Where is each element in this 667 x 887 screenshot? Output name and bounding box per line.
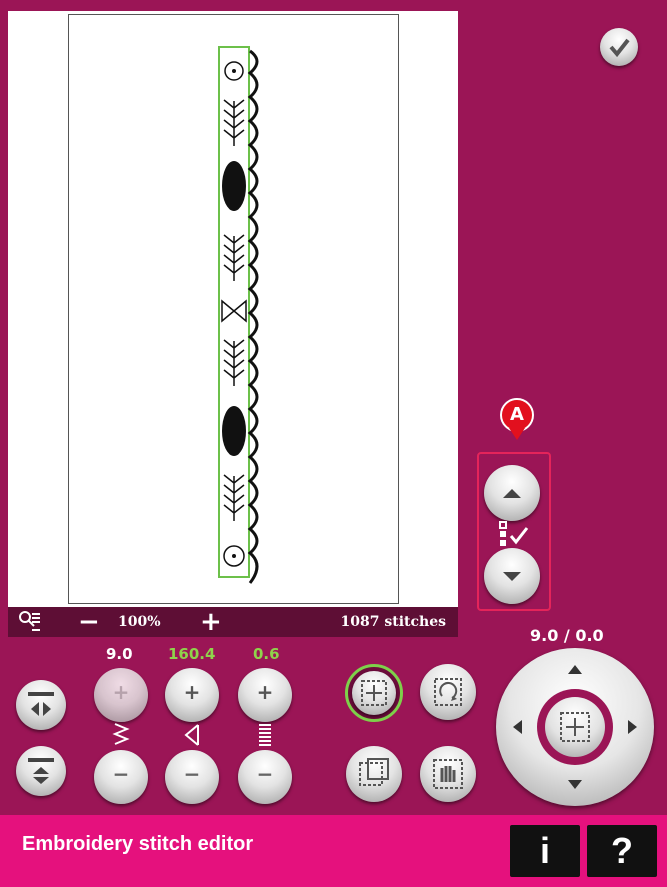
width-decrease-button[interactable]: − (94, 750, 148, 804)
embroidery-canvas[interactable] (8, 11, 458, 607)
length-value: 160.4 (168, 645, 216, 663)
stitch-design[interactable] (218, 46, 278, 586)
pan-icon (433, 759, 463, 789)
select-all-icon (361, 680, 387, 706)
arrow-right-icon[interactable] (626, 717, 640, 737)
position-readout: 9.0 / 0.0 (530, 626, 604, 645)
callout-marker-a: A (500, 398, 534, 432)
mirror-end-button[interactable] (16, 746, 66, 796)
width-increase-button[interactable]: + (94, 668, 148, 722)
help-button[interactable]: ? (585, 823, 659, 879)
arrow-up-icon[interactable] (565, 662, 585, 676)
arrow-down-icon (503, 572, 521, 581)
center-position-button[interactable] (545, 697, 605, 757)
status-bar: − 100% + 1087 stitches (8, 607, 458, 637)
move-to-hoop-button[interactable] (346, 746, 402, 802)
pan-button[interactable] (420, 746, 476, 802)
rotate-icon (434, 678, 462, 706)
zoom-out-button[interactable]: − (78, 607, 100, 637)
select-all-face (352, 671, 396, 715)
length-decrease-button[interactable]: − (165, 750, 219, 804)
bottom-bar: Embroidery stitch editor i ? (0, 815, 667, 887)
mirror-end-icon (28, 758, 54, 784)
info-button[interactable]: i (508, 823, 582, 879)
center-position-ring (537, 689, 613, 765)
length-increase-button[interactable]: + (165, 668, 219, 722)
page-title: Embroidery stitch editor (22, 833, 254, 855)
rotate-button[interactable] (420, 664, 476, 720)
density-value: 0.6 (253, 645, 280, 663)
select-check-icon[interactable] (497, 520, 533, 550)
arrow-left-icon[interactable] (510, 717, 524, 737)
position-dpad[interactable] (496, 648, 654, 806)
select-all-button[interactable] (345, 664, 403, 722)
width-value: 9.0 (106, 645, 133, 663)
move-to-hoop-icon (359, 758, 389, 786)
step-down-button[interactable] (484, 548, 540, 604)
step-up-button[interactable] (484, 465, 540, 521)
density-increase-button[interactable]: + (238, 668, 292, 722)
embroidery-stitch-editor-screen: − 100% + 1087 stitches A 9.0 + − 160.4 +… (0, 0, 667, 887)
zoom-options-icon[interactable] (18, 610, 42, 634)
density-decrease-button[interactable]: − (238, 750, 292, 804)
length-icon (184, 724, 199, 746)
callout-marker-tail (509, 428, 525, 440)
mirror-side-button[interactable] (16, 680, 66, 730)
width-icon (112, 723, 130, 745)
mirror-side-icon (28, 692, 54, 716)
density-icon (259, 724, 271, 746)
arrow-down-icon[interactable] (565, 778, 585, 792)
zoom-level: 100% (118, 614, 161, 630)
arrow-up-icon (503, 489, 521, 498)
stitch-count: 1087 stitches (340, 614, 446, 630)
ok-button[interactable] (600, 28, 638, 66)
zoom-in-button[interactable]: + (200, 607, 222, 637)
ok-check-icon (609, 38, 630, 58)
center-icon (560, 712, 590, 742)
